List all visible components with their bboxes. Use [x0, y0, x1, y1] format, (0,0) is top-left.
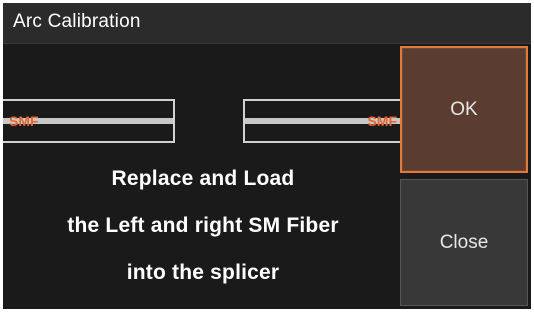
ok-button-label: OK: [450, 98, 478, 120]
instruction-line-2: the Left and right SM Fiber: [67, 214, 339, 237]
ok-button[interactable]: OK: [400, 46, 528, 173]
close-button[interactable]: Close: [400, 179, 528, 306]
arc-calibration-dialog: Arc Calibration SMF SMF Replace and Load…: [3, 3, 531, 309]
title-bar: Arc Calibration: [3, 3, 531, 44]
instruction-line-3: into the splicer: [126, 261, 280, 284]
left-fiber-indicator: SMF: [3, 99, 175, 143]
left-fiber-label: SMF: [9, 113, 39, 129]
instruction-line-1: Replace and Load: [111, 167, 295, 190]
right-fiber-label: SMF: [367, 113, 397, 129]
close-button-label: Close: [439, 231, 489, 253]
dialog-title: Arc Calibration: [13, 11, 141, 32]
right-fiber-indicator: SMF: [243, 99, 403, 143]
